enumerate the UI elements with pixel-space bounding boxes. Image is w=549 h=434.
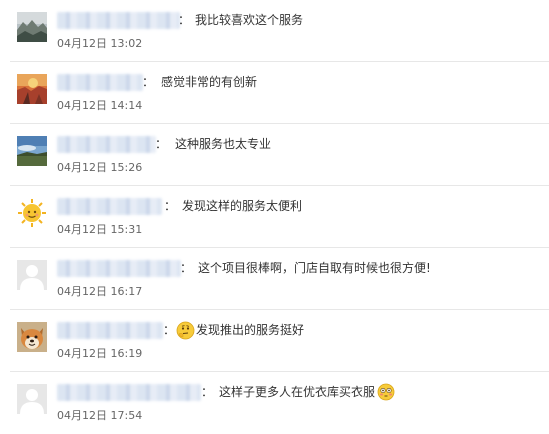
comment-time: 04月12日 16:19 <box>57 347 143 360</box>
comment-time: 04月12日 17:54 <box>57 409 143 422</box>
colon: ： <box>178 13 191 27</box>
username-blurred[interactable] <box>57 260 181 277</box>
list-item: ： 我比较喜欢这个服务 04月12日 13:02 <box>0 0 549 62</box>
comment-list: ： 我比较喜欢这个服务 04月12日 13:02 ： 感觉非常的有创新 04月1… <box>0 0 549 433</box>
colon: ： <box>142 75 155 89</box>
default-user-avatar[interactable] <box>17 384 47 414</box>
default-user-avatar[interactable] <box>17 260 47 290</box>
comment-time: 04月12日 14:14 <box>57 99 143 112</box>
comment-text: 发现推出的服务挺好 <box>196 323 305 337</box>
comment-text: 感觉非常的有创新 <box>161 75 258 89</box>
comment-text: 我比较喜欢这个服务 <box>195 13 304 27</box>
username-blurred[interactable] <box>57 322 163 339</box>
username-blurred[interactable] <box>57 74 143 91</box>
username-blurred[interactable] <box>57 198 162 215</box>
list-item: ： 感觉非常的有创新 04月12日 14:14 <box>0 62 549 124</box>
list-item: ： 发现推出的服务挺好 04月12日 16:19 <box>0 310 549 372</box>
list-item: ： 这样子更多人在优衣库买衣服 04月12日 17:54 <box>0 372 549 434</box>
comment-text: 这样子更多人在优衣库买衣服 <box>219 385 376 399</box>
list-item: ： 发现这样的服务太便利 04月12日 15:31 <box>0 186 549 248</box>
comment-text: 这种服务也太专业 <box>175 137 272 151</box>
comment-time: 04月12日 15:31 <box>57 223 143 236</box>
list-item: ： 这个项目很棒啊，门店自取有时候也很方便! 04月12日 16:17 <box>0 248 549 310</box>
shiba-dog-avatar[interactable] <box>17 322 47 352</box>
sun-face-avatar[interactable] <box>17 198 47 228</box>
colon: ： <box>164 199 177 213</box>
sunset-field-avatar[interactable] <box>17 74 47 104</box>
sky-horizon-avatar[interactable] <box>17 136 47 166</box>
username-blurred[interactable] <box>57 136 156 153</box>
list-item: ： 这种服务也太专业 04月12日 15:26 <box>0 124 549 186</box>
comment-time: 04月12日 16:17 <box>57 285 143 298</box>
mountain-landscape-avatar[interactable] <box>17 12 47 42</box>
thinking-face-emoji-icon <box>176 321 195 340</box>
username-blurred[interactable] <box>57 384 201 401</box>
flushed-face-emoji-icon <box>377 383 395 401</box>
comment-time: 04月12日 13:02 <box>57 37 143 50</box>
username-blurred[interactable] <box>57 12 180 29</box>
colon: ： <box>163 323 176 337</box>
comment-text: 这个项目很棒啊，门店自取有时候也很方便! <box>198 261 431 275</box>
colon: ： <box>180 261 193 275</box>
colon: ： <box>201 385 214 399</box>
colon: ： <box>155 137 168 151</box>
comment-text: 发现这样的服务太便利 <box>182 199 303 213</box>
comment-time: 04月12日 15:26 <box>57 161 143 174</box>
